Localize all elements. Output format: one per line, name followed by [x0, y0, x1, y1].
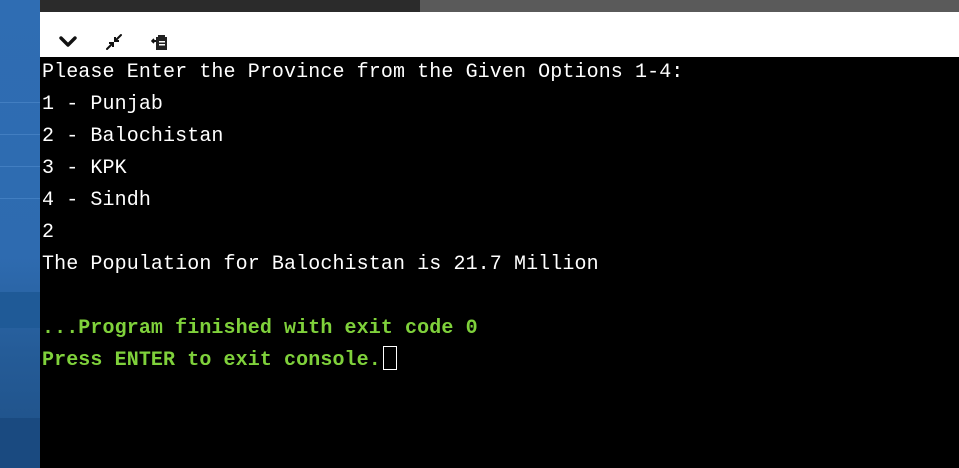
- top-strip-dark: [40, 0, 420, 12]
- console-line: The Population for Balochistan is 21.7 M…: [42, 253, 599, 276]
- press-enter-line: Press ENTER to exit console.: [42, 345, 959, 377]
- console-toolbar: [40, 27, 959, 57]
- press-enter-text: Press ENTER to exit console.: [42, 349, 381, 372]
- console-line: 1 - Punjab: [42, 93, 164, 116]
- divider: [0, 134, 40, 135]
- console-line: 4 - Sindh: [42, 189, 151, 212]
- window-top-strip: [40, 0, 959, 12]
- divider: [0, 102, 40, 103]
- collapse-arrows-icon[interactable]: [104, 32, 124, 52]
- console-line: Please Enter the Province from the Given…: [42, 61, 684, 84]
- left-sidebar-stripe: [0, 0, 40, 468]
- console-line: 2: [42, 221, 55, 244]
- console-output[interactable]: Please Enter the Province from the Given…: [40, 57, 959, 468]
- console-line: 2 - Balochistan: [42, 125, 224, 148]
- clipboard-icon[interactable]: [150, 32, 170, 52]
- sidebar-band: [0, 292, 40, 328]
- chevron-down-icon[interactable]: [58, 32, 78, 52]
- toolbar-spacer: [40, 12, 959, 27]
- text-cursor[interactable]: [382, 345, 397, 370]
- divider: [0, 198, 40, 199]
- divider: [0, 166, 40, 167]
- app-window: Please Enter the Province from the Given…: [0, 0, 959, 468]
- console-line: 3 - KPK: [42, 157, 127, 180]
- sidebar-band: [0, 418, 40, 468]
- exit-status-line: ...Program finished with exit code 0: [42, 317, 478, 340]
